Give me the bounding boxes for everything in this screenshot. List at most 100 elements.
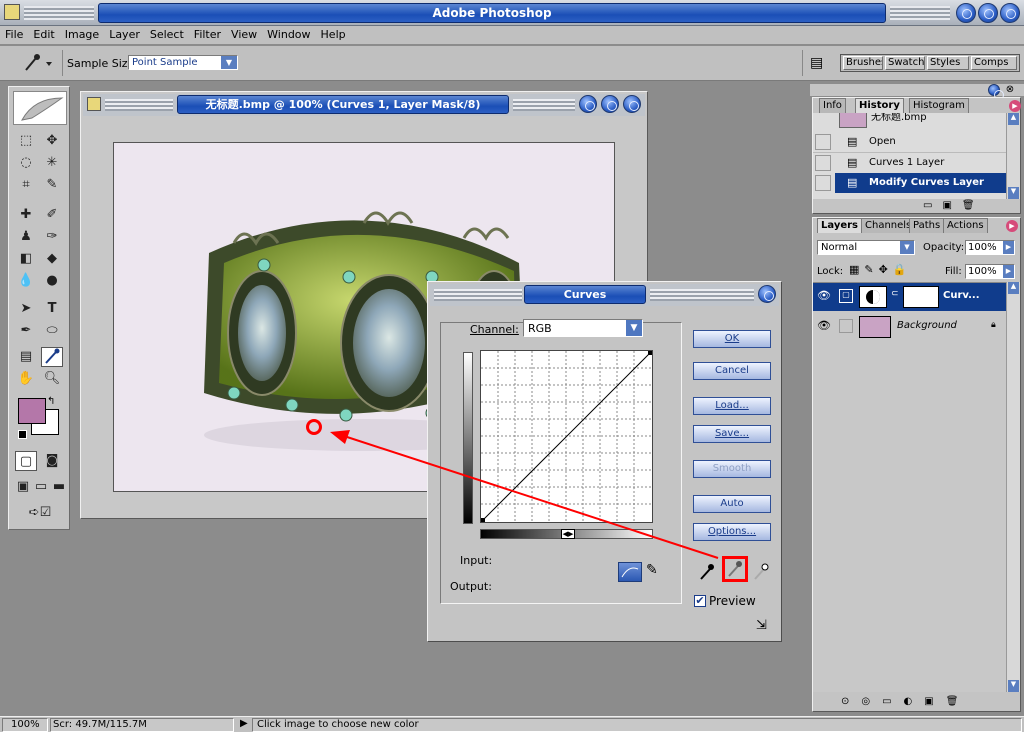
pen-tool-icon[interactable]: ✒ [15, 321, 37, 341]
eyedropper-tool-icon[interactable] [41, 347, 63, 367]
foreground-color-swatch[interactable] [18, 398, 46, 424]
tab-history[interactable]: History [855, 98, 904, 113]
path-selection-tool-icon[interactable]: ➤ [15, 299, 37, 319]
tool-preset-picker[interactable] [18, 52, 58, 74]
file-browser-icon[interactable]: ▤ [810, 55, 830, 71]
type-tool-icon[interactable]: T [41, 299, 63, 319]
menu-layer[interactable]: Layer [104, 26, 145, 41]
tab-layers[interactable]: Layers [817, 218, 862, 233]
standard-mode-icon[interactable]: ▢ [15, 451, 37, 471]
well-tab-comps[interactable]: Comps [971, 56, 1017, 70]
output-label: Output: [450, 580, 492, 593]
jump-to-imageready-icon[interactable]: ➪☑ [15, 503, 65, 523]
ok-button[interactable]: OK [693, 330, 771, 348]
menu-edit[interactable]: Edit [28, 26, 59, 41]
marquee-tool-icon[interactable]: ⬚ [15, 131, 37, 151]
hand-tool-icon[interactable]: ✋ [15, 369, 37, 389]
paint-bucket-tool-icon[interactable]: ◆ [41, 249, 63, 269]
app-icon[interactable] [4, 4, 20, 20]
white-point-eyedropper-icon[interactable] [752, 562, 770, 582]
channel-value: RGB [528, 322, 552, 335]
title-stripe-left [24, 6, 94, 20]
shape-tool-icon[interactable]: ⬭ [41, 321, 63, 341]
move-tool-icon[interactable]: ✥ [41, 131, 63, 151]
dodge-tool-icon[interactable]: ● [41, 271, 63, 291]
menu-window[interactable]: Window [262, 26, 315, 41]
layer-row-curves[interactable]: 👁︎ ▢ ⊂ Curv... [813, 283, 1006, 311]
minimize-button[interactable] [956, 3, 976, 23]
clone-stamp-tool-icon[interactable]: ♟ [15, 227, 37, 247]
scroll-up-icon: ▲ [1008, 282, 1019, 294]
well-tab-swatches[interactable]: Swatch [885, 56, 925, 70]
status-menu-icon[interactable]: ▶ [240, 718, 248, 729]
history-item-modify-curves[interactable]: ▤ Modify Curves Layer [835, 173, 1006, 193]
full-screen-menu-mode-icon[interactable]: ▭ [33, 477, 49, 497]
healing-brush-tool-icon[interactable]: ✚ [15, 205, 37, 225]
default-colors-icon[interactable] [18, 430, 27, 439]
doc-minimize-button[interactable] [579, 95, 597, 113]
panel-menu-icon[interactable]: ▶ [1006, 220, 1018, 232]
panel-close-icon[interactable]: ⊗ [1004, 84, 1016, 96]
zoom-level-field[interactable]: 100% [2, 718, 48, 732]
history-snapshot[interactable]: 无标题.bmp [813, 113, 1006, 128]
history-item-curves[interactable]: ▤ Curves 1 Layer [813, 152, 1006, 172]
slice-tool-icon[interactable]: ✎ [41, 175, 63, 195]
panel-minimize-button[interactable] [988, 84, 1004, 100]
tab-actions[interactable]: Actions [943, 218, 988, 233]
menu-filter[interactable]: Filter [189, 26, 226, 41]
menu-image[interactable]: Image [60, 26, 104, 41]
preview-checkbox[interactable]: ✔ [694, 595, 706, 607]
doc-maximize-button[interactable] [601, 95, 619, 113]
opacity-input[interactable]: 100% ▶ [965, 240, 1015, 255]
blend-mode-select[interactable]: Normal ▼ [817, 240, 915, 255]
menu-view[interactable]: View [226, 26, 262, 41]
fill-input[interactable]: 100% ▶ [965, 264, 1015, 279]
channel-label: Channel: [470, 323, 519, 336]
menu-help[interactable]: Help [316, 26, 351, 41]
fill-label: Fill: [945, 266, 962, 277]
lock-icons[interactable]: ▦✎✥🔒 [849, 263, 912, 276]
feather-logo-icon[interactable] [13, 91, 67, 125]
menu-select[interactable]: Select [145, 26, 189, 41]
history-brush-tool-icon[interactable]: ✑ [41, 227, 63, 247]
preview-label: Preview [709, 594, 756, 608]
full-screen-mode-icon[interactable]: ▬ [51, 477, 67, 497]
notes-tool-icon[interactable]: ▤ [15, 347, 37, 367]
document-title: 无标题.bmp @ 100% (Curves 1, Layer Mask/8) [177, 95, 509, 114]
crop-tool-icon[interactable]: ⌗ [15, 175, 37, 195]
doc-close-button[interactable] [623, 95, 641, 113]
swap-colors-icon[interactable]: ↰ [47, 396, 55, 407]
history-item-open[interactable]: ▤ Open [813, 132, 1006, 152]
channel-select[interactable]: RGB ▼ [523, 319, 643, 337]
eraser-tool-icon[interactable]: ◧ [15, 249, 37, 269]
quick-mask-mode-icon[interactable]: ◙ [41, 451, 63, 471]
brush-tool-icon[interactable]: ✐ [41, 205, 63, 225]
blur-tool-icon[interactable]: 💧 [15, 271, 37, 291]
menu-file[interactable]: File [0, 26, 28, 41]
curves-close-button[interactable] [758, 285, 776, 303]
tab-channels[interactable]: Channels [861, 218, 916, 233]
close-button[interactable] [1000, 3, 1020, 23]
layers-footer-icons[interactable]: ⊙◎▭◐▣🗑 [841, 696, 970, 707]
layers-scrollbar[interactable]: ▲ ▼ [1006, 282, 1020, 692]
lasso-tool-icon[interactable]: ◌ [15, 153, 37, 173]
expand-dialog-icon[interactable]: ⇲ [756, 618, 772, 634]
tab-histogram[interactable]: Histogram [909, 98, 969, 113]
standard-screen-mode-icon[interactable]: ▣ [15, 477, 31, 497]
sample-size-select[interactable]: Point Sample ▼ [128, 55, 238, 70]
tab-paths[interactable]: Paths [909, 218, 945, 233]
history-footer-icons[interactable]: ▭▣🗑 [923, 200, 985, 211]
tab-info[interactable]: Info [819, 98, 846, 113]
separator [802, 50, 803, 76]
well-tab-styles[interactable]: Styles [927, 56, 969, 70]
zoom-tool-icon[interactable]: 🔍︎ [41, 369, 63, 389]
layer-mask-thumbnail [903, 286, 939, 308]
well-tab-brushes[interactable]: Brushes [843, 56, 883, 70]
panel-menu-icon[interactable]: ▶ [1009, 100, 1021, 112]
background-thumbnail [859, 316, 891, 338]
history-scrollbar[interactable]: ▲ ▼ [1006, 113, 1020, 199]
layer-row-background[interactable]: 👁︎ Background 🔒︎ [813, 313, 1006, 341]
maximize-button[interactable] [978, 3, 998, 23]
magic-wand-tool-icon[interactable]: ✳ [41, 153, 63, 173]
cancel-button[interactable]: Cancel [693, 362, 771, 380]
